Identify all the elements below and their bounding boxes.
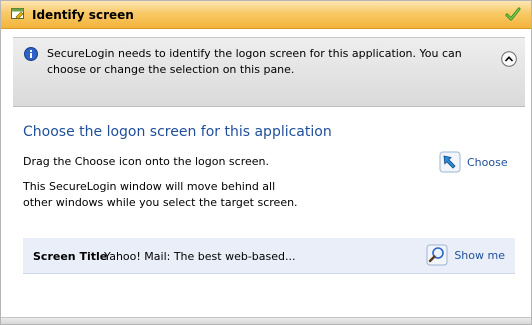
screen-title-bar: Screen Title Yahoo! Mail: The best web-b…	[23, 238, 515, 274]
show-me-label: Show me	[454, 248, 505, 262]
info-text: SecureLogin needs to identify the logon …	[47, 47, 462, 76]
note-text: This SecureLogin window will move behind…	[23, 180, 298, 209]
screen-title-label: Screen Title	[33, 250, 108, 263]
title-bar: Identify screen	[1, 1, 531, 29]
pointer-arrow-icon	[439, 151, 461, 173]
screen-title-value: Yahoo! Mail: The best web-based...	[104, 250, 296, 263]
chevron-up-icon[interactable]	[501, 51, 517, 67]
choose-label: Choose	[467, 155, 508, 169]
info-panel: SecureLogin needs to identify the logon …	[13, 37, 525, 107]
choose-button[interactable]: Choose	[439, 151, 508, 173]
instruction-text: Drag the Choose icon onto the logon scre…	[23, 155, 269, 168]
info-icon	[24, 47, 38, 61]
green-check-icon[interactable]	[505, 6, 521, 22]
bottom-border	[1, 317, 531, 324]
window-title: Identify screen	[32, 8, 134, 22]
show-me-button[interactable]: Show me	[426, 244, 505, 266]
window-app-icon	[11, 8, 24, 20]
section-heading: Choose the logon screen for this applica…	[23, 124, 332, 140]
magnifier-icon	[426, 244, 448, 266]
identify-screen-window: Identify screen SecureLogin needs to ide…	[0, 0, 532, 325]
